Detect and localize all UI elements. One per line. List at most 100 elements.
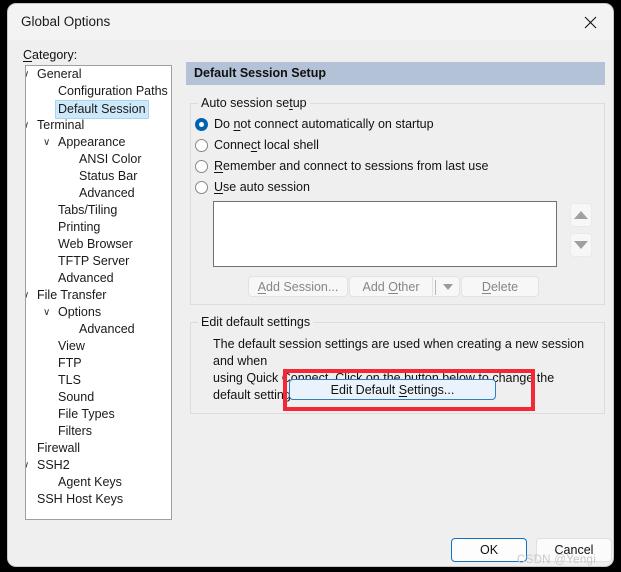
radio-label: Remember and connect to sessions from la… [214, 159, 489, 173]
close-button[interactable] [567, 4, 613, 40]
chevron-down-icon[interactable]: ∨ [26, 117, 29, 134]
edit-defaults-group-title: Edit default settings [198, 315, 314, 329]
tree-item-file-transfer[interactable]: ∨ File Transfer [26, 287, 171, 304]
add-other-label: Add Other [362, 279, 420, 294]
move-up-button[interactable] [570, 203, 592, 227]
tree-item-label: Appearance [58, 135, 126, 149]
tree-item-label: TLS [58, 373, 81, 387]
tree-item-label: Advanced [58, 271, 114, 285]
tree-item-default-session[interactable]: Default Session [26, 100, 171, 119]
chevron-down-icon[interactable]: ∨ [26, 457, 29, 474]
ok-label: OK [479, 543, 499, 557]
tree-item-configuration-paths[interactable]: Configuration Paths [26, 83, 171, 100]
tree-item-status-bar[interactable]: Status Bar [26, 168, 171, 185]
tree-item-printing[interactable]: Printing [26, 219, 171, 236]
arrow-up-icon [574, 211, 588, 219]
radio-connect-local-shell[interactable]: Connect local shell [195, 138, 319, 152]
add-other-dropdown-button[interactable] [432, 276, 460, 297]
chevron-down-icon[interactable]: ∨ [26, 287, 29, 304]
move-down-button[interactable] [570, 233, 592, 257]
auto-session-listbox[interactable] [213, 201, 557, 267]
window-title: Global Options [21, 14, 111, 29]
tree-item-ftp[interactable]: FTP [26, 355, 171, 372]
tree-item-filters[interactable]: Filters [26, 423, 171, 440]
description-line-1: The default session settings are used wh… [213, 337, 585, 368]
radio-indicator [195, 117, 208, 131]
arrow-down-icon [574, 241, 588, 249]
tree-item-label: Tabs/Tiling [58, 203, 118, 217]
global-options-dialog: Global Options Category: ∨ General Configu… [8, 4, 613, 566]
tree-item-label: Advanced [79, 322, 135, 336]
radio-do-not-connect[interactable]: Do not connect automatically on startup [195, 117, 434, 131]
chevron-down-icon[interactable]: ∨ [26, 66, 29, 83]
tree-item-sound[interactable]: Sound [26, 389, 171, 406]
tree-item-label: File Types [58, 407, 115, 421]
add-other-button[interactable]: Add Other [349, 276, 432, 297]
tree-item-label: Sound [58, 390, 95, 404]
tree-item-label: Configuration Paths [58, 84, 168, 98]
tree-item-label: General [37, 67, 82, 81]
tree-item-label: SSH2 [37, 458, 70, 472]
tree-item-web-browser[interactable]: Web Browser [26, 236, 171, 253]
radio-indicator [195, 138, 208, 152]
tree-item-label: SSH Host Keys [37, 492, 124, 506]
radio-indicator [195, 180, 208, 194]
cancel-label: Cancel [554, 543, 594, 557]
category-tree[interactable]: ∨ General Configuration Paths Default Sessi… [25, 65, 172, 520]
tree-item-tftp-server[interactable]: TFTP Server [26, 253, 171, 270]
radio-label: Do not connect automatically on startup [214, 117, 434, 131]
tree-item-terminal[interactable]: ∨ Terminal [26, 117, 171, 134]
panel-title: Default Session Setup [194, 66, 326, 80]
radio-indicator [195, 159, 208, 173]
tree-item-options[interactable]: ∨ Options [26, 304, 171, 321]
tree-item-label: Agent Keys [58, 475, 122, 489]
panel-header: Default Session Setup [186, 62, 605, 85]
tree-item-advanced[interactable]: Advanced [26, 321, 171, 338]
tree-item-tabs-tiling[interactable]: Tabs/Tiling [26, 202, 171, 219]
delete-button[interactable]: Delete [461, 276, 539, 297]
separator [435, 280, 436, 295]
tree-item-appearance[interactable]: ∨ Appearance [26, 134, 171, 151]
tree-item-label: View [58, 339, 85, 353]
radio-label: Use auto session [214, 180, 310, 194]
tree-item-advanced[interactable]: Advanced [26, 185, 171, 202]
tree-item-label: Options [58, 305, 102, 319]
tree-item-label: File Transfer [37, 288, 107, 302]
delete-label: Delete [481, 279, 519, 294]
add-session-label: Add Session... [257, 279, 339, 294]
auto-session-group-title: Auto session setup [198, 96, 310, 110]
cancel-button[interactable]: Cancel [536, 538, 612, 562]
tree-item-tls[interactable]: TLS [26, 372, 171, 389]
tree-item-ssh-host-keys[interactable]: SSH Host Keys [26, 491, 171, 508]
tree-item-ansi-color[interactable]: ANSI Color [26, 151, 171, 168]
category-label: Category: [23, 48, 78, 62]
tree-item-ssh2[interactable]: ∨ SSH2 [26, 457, 171, 474]
tree-item-general[interactable]: ∨ General [26, 66, 171, 83]
tree-item-label: Status Bar [79, 169, 138, 183]
tree-item-agent-keys[interactable]: Agent Keys [26, 474, 171, 491]
tree-item-label: Advanced [79, 186, 135, 200]
close-icon [584, 16, 597, 29]
tree-item-label: ANSI Color [79, 152, 142, 166]
tree-item-advanced[interactable]: Advanced [26, 270, 171, 287]
tree-item-view[interactable]: View [26, 338, 171, 355]
edit-default-settings-label: Edit Default Settings... [330, 382, 455, 397]
tree-item-label: Printing [58, 220, 101, 234]
add-session-button[interactable]: Add Session... [248, 276, 348, 297]
edit-default-settings-button[interactable]: Edit Default Settings... [289, 379, 496, 400]
chevron-down-icon[interactable]: ∨ [43, 304, 50, 321]
tree-item-file-types[interactable]: File Types [26, 406, 171, 423]
radio-use-auto-session[interactable]: Use auto session [195, 180, 310, 194]
title-bar: Global Options [8, 4, 613, 40]
chevron-down-icon [443, 283, 453, 290]
radio-label: Connect local shell [214, 138, 319, 152]
tree-item-label: Terminal [37, 118, 85, 132]
tree-item-label: Filters [58, 424, 93, 438]
tree-item-firewall[interactable]: Firewall [26, 440, 171, 457]
tree-item-label: FTP [58, 356, 82, 370]
tree-item-label: Firewall [37, 441, 81, 455]
ok-button[interactable]: OK [451, 538, 527, 562]
chevron-down-icon[interactable]: ∨ [43, 134, 50, 151]
tree-item-label: Web Browser [58, 237, 133, 251]
radio-remember-sessions[interactable]: Remember and connect to sessions from la… [195, 159, 488, 173]
